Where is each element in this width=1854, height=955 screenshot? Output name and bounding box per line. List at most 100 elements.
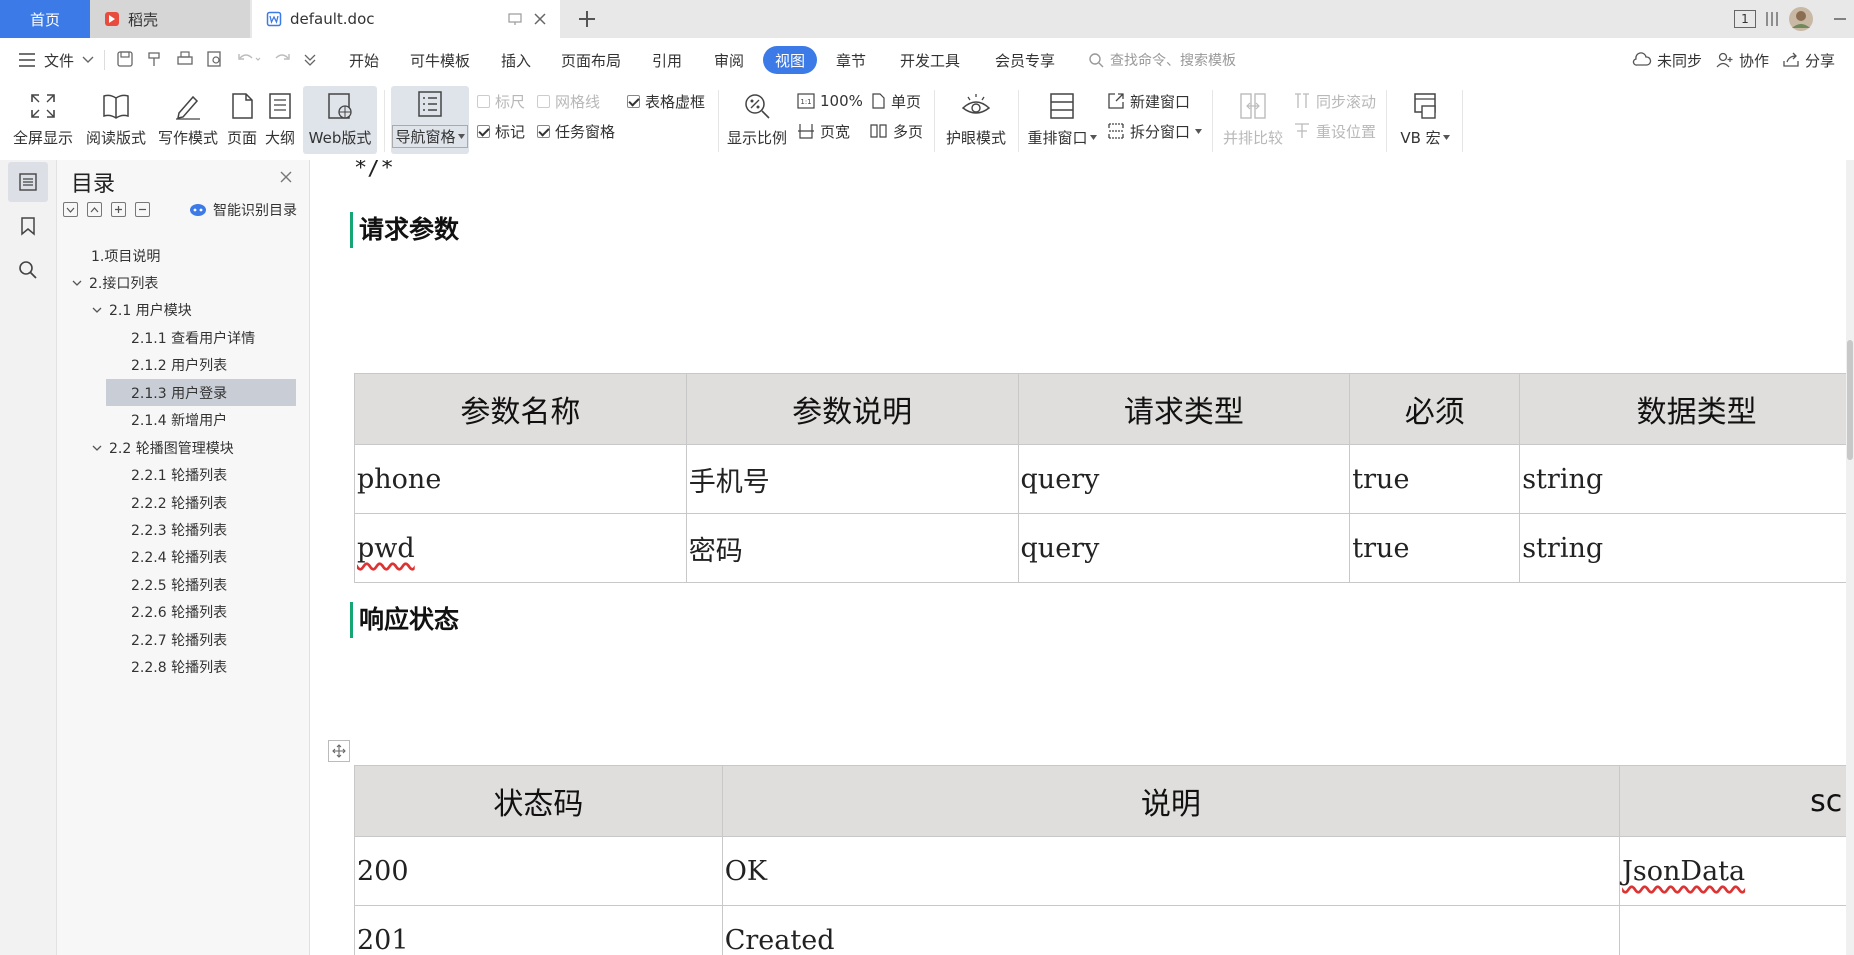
menu-references[interactable]: 引用: [652, 38, 682, 82]
reset-position-button[interactable]: 重设位置: [1293, 118, 1376, 144]
undo-icon[interactable]: [236, 50, 262, 68]
save-icon[interactable]: [116, 50, 134, 68]
page-view-button[interactable]: 页面: [224, 86, 260, 154]
toc-title: 目录: [71, 172, 116, 197]
task-pane-checkbox[interactable]: 任务窗格: [537, 118, 615, 144]
sync-status[interactable]: 未同步: [1632, 38, 1702, 82]
skin-icon[interactable]: [1764, 10, 1780, 28]
new-window-icon: [1108, 93, 1124, 109]
table-cell[interactable]: [1619, 905, 1854, 955]
print-preview-icon[interactable]: [206, 50, 224, 68]
single-page-button[interactable]: 单页: [870, 88, 921, 114]
split-window-button[interactable]: 拆分窗口: [1107, 118, 1203, 144]
side-by-side-button[interactable]: 并排比较: [1218, 86, 1288, 154]
menu-chapter[interactable]: 章节: [836, 38, 866, 82]
print-icon[interactable]: [176, 50, 194, 68]
search-pane-button[interactable]: [8, 250, 48, 290]
toc-item-user-login[interactable]: 2.1.3 用户登录: [106, 379, 296, 406]
marks-checkbox[interactable]: 标记: [477, 118, 525, 144]
scrollbar-thumb[interactable]: [1847, 340, 1853, 460]
toc-item-api-list[interactable]: 2.接口列表: [71, 269, 333, 296]
share-button[interactable]: 分享: [1782, 38, 1835, 82]
menu-member[interactable]: 会员专享: [995, 38, 1055, 82]
vb-macro-icon: [1414, 93, 1436, 119]
close-tab-icon[interactable]: [532, 11, 548, 27]
new-tab-icon[interactable]: [574, 6, 600, 32]
table-move-handle-icon[interactable]: [328, 740, 350, 762]
collapse-all-icon[interactable]: [135, 202, 150, 217]
nav-pane-button[interactable]: 导航窗格: [391, 86, 469, 154]
tab-daoke[interactable]: 稻壳: [90, 0, 250, 38]
reading-mode-button[interactable]: 阅读版式: [80, 86, 152, 154]
minimize-icon[interactable]: [1832, 11, 1848, 27]
close-icon[interactable]: [279, 170, 293, 184]
web-layout-button[interactable]: Web版式: [303, 86, 377, 154]
expand-down-icon[interactable]: [63, 202, 78, 217]
menu-start[interactable]: 开始: [349, 38, 379, 82]
toc-item-label: 2.2.3 轮播列表: [131, 522, 228, 539]
zoom-button[interactable]: 显示比例: [724, 86, 790, 154]
table-cell[interactable]: 200: [354, 836, 723, 906]
tab-document[interactable]: default.doc: [252, 0, 560, 38]
command-search[interactable]: 查找命令、搜索模板: [1088, 38, 1236, 82]
single-page-label: 单页: [891, 92, 922, 111]
table-cell[interactable]: Created: [721, 905, 1621, 955]
page-width-button[interactable]: 页宽: [797, 118, 850, 144]
menu-view[interactable]: 视图: [763, 46, 818, 74]
table-cell[interactable]: JsonData: [1619, 836, 1854, 906]
table-cell[interactable]: string: [1519, 513, 1854, 583]
table-cell[interactable]: pwd: [354, 513, 687, 583]
gridlines-checkbox[interactable]: 网格线: [537, 88, 600, 114]
smart-toc-button[interactable]: 智能识别目录: [189, 200, 297, 220]
divider: [1018, 90, 1019, 152]
redo-icon[interactable]: [274, 50, 292, 68]
menu-review[interactable]: 审阅: [714, 38, 744, 82]
collab-button[interactable]: 协作: [1716, 38, 1769, 82]
split-window-icon: [1108, 123, 1124, 139]
fullscreen-button[interactable]: 全屏显示: [6, 86, 80, 154]
vertical-scrollbar[interactable]: [1846, 160, 1854, 955]
chevron-down-icon[interactable]: [91, 442, 103, 454]
ruler-checkbox[interactable]: 标尺: [477, 88, 525, 114]
sync-scroll-button[interactable]: 同步滚动: [1293, 88, 1376, 114]
collapse-up-icon[interactable]: [87, 202, 102, 217]
pin-tab-icon[interactable]: [507, 11, 523, 27]
toc-item-label: 2.1.1 查看用户详情: [131, 330, 256, 347]
table-cell[interactable]: 密码: [685, 513, 1019, 583]
table-cell[interactable]: phone: [354, 444, 687, 514]
menu-page-layout[interactable]: 页面布局: [561, 38, 621, 82]
table-cell[interactable]: OK: [721, 836, 1621, 906]
outline-view-button[interactable]: 大纲: [262, 86, 298, 154]
file-menu[interactable]: 文件: [18, 38, 94, 82]
zoom-100-button[interactable]: 1:1 100%: [797, 88, 863, 114]
chevron-down-icon[interactable]: [91, 304, 103, 316]
format-painter-icon[interactable]: [146, 50, 164, 68]
menu-developer[interactable]: 开发工具: [900, 38, 960, 82]
expand-all-icon[interactable]: [111, 202, 126, 217]
customize-toolbar-icon[interactable]: [304, 52, 316, 66]
table-gridlines-checkbox[interactable]: 表格虚框: [627, 88, 705, 114]
bookmark-pane-button[interactable]: [8, 206, 48, 246]
table-cell[interactable]: true: [1349, 513, 1521, 583]
eye-care-button[interactable]: 护眼模式: [940, 86, 1012, 154]
menu-insert[interactable]: 插入: [501, 38, 531, 82]
multi-page-button[interactable]: 多页: [870, 118, 923, 144]
table-cell[interactable]: query: [1017, 513, 1351, 583]
vb-macro-button[interactable]: VB 宏: [1392, 86, 1458, 154]
user-avatar[interactable]: [1788, 6, 1814, 32]
table-cell[interactable]: query: [1017, 444, 1351, 514]
table-cell[interactable]: true: [1349, 444, 1521, 514]
menu-templates[interactable]: 可牛模板: [410, 38, 470, 82]
tab-home[interactable]: 首页: [0, 0, 90, 38]
window-count-badge[interactable]: 1: [1734, 10, 1756, 28]
page-width-label: 页宽: [820, 122, 851, 141]
chevron-down-icon[interactable]: [71, 277, 83, 289]
table-cell[interactable]: 手机号: [685, 444, 1019, 514]
table-cell[interactable]: 201: [354, 905, 723, 955]
toc-pane-button[interactable]: [8, 162, 48, 202]
document-canvas[interactable]: */* 请求参数 参数名称 参数说明 请求类型 必须 数据类型 phone 手机…: [310, 160, 1854, 955]
writing-mode-button[interactable]: 写作模式: [152, 86, 224, 154]
table-cell[interactable]: string: [1519, 444, 1854, 514]
rearrange-windows-button[interactable]: 重排窗口: [1024, 86, 1100, 154]
new-window-button[interactable]: 新建窗口: [1107, 88, 1190, 114]
